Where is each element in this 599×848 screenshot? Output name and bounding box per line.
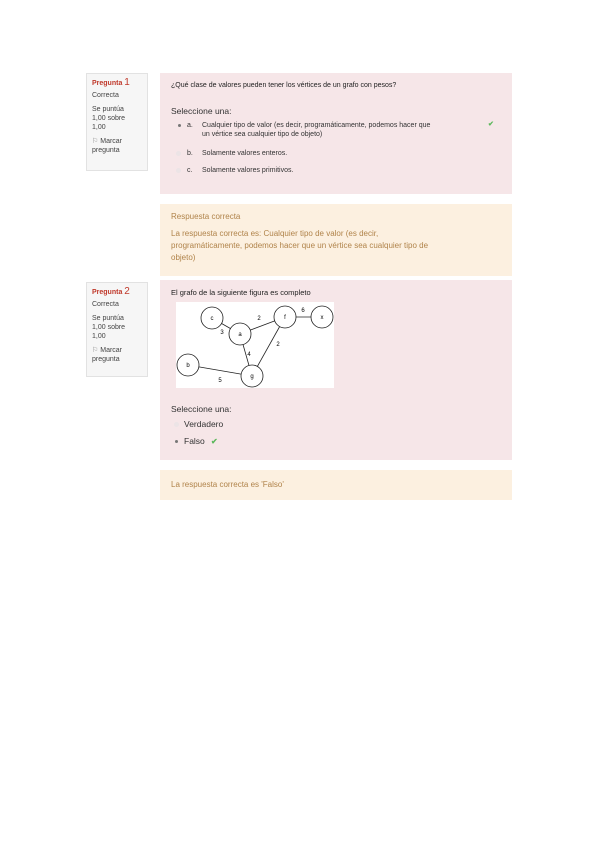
grade-line: 1,00 sobre bbox=[92, 115, 126, 122]
option-letter: c. bbox=[187, 167, 193, 174]
option-text: un vértice sea cualquier tipo de objeto) bbox=[202, 131, 323, 138]
radio-button[interactable] bbox=[174, 422, 179, 427]
feedback-line: programáticamente, podemos hacer que un … bbox=[171, 241, 429, 250]
checkmark-icon: ✔ bbox=[211, 437, 218, 446]
question-number: Pregunta 2 bbox=[92, 287, 142, 297]
question-number-value: 2 bbox=[124, 286, 130, 297]
graph-node-label: c bbox=[211, 316, 214, 322]
feedback-line: La respuesta correcta es: Cualquier tipo… bbox=[171, 229, 379, 238]
grade-line: 1,00 sobre bbox=[92, 324, 126, 331]
flag-icon: ⚐ bbox=[92, 347, 99, 354]
radio-selected[interactable] bbox=[175, 440, 178, 443]
question-state: Correcta bbox=[92, 92, 119, 99]
radio-button[interactable] bbox=[176, 168, 181, 173]
option-letter: b. bbox=[187, 150, 193, 157]
option-text: Solamente valores enteros. bbox=[202, 150, 288, 157]
graph-node-label: x bbox=[321, 315, 324, 321]
question-info-1: Pregunta 1 Correcta Se puntúa 1,00 sobre… bbox=[86, 73, 148, 171]
flag-label: pregunta bbox=[92, 356, 120, 363]
grade-line: Se puntúa bbox=[92, 315, 124, 322]
graph-figure: c a f x b g 3 2 6 4 2 5 bbox=[176, 302, 334, 388]
question-label: Pregunta bbox=[92, 289, 123, 296]
question-info-2: Pregunta 2 Correcta Se puntúa 1,00 sobre… bbox=[86, 282, 148, 377]
flag-icon: ⚐ bbox=[92, 138, 99, 145]
option-text: Solamente valores primitivos. bbox=[202, 167, 294, 174]
flag-label: Marcar bbox=[100, 138, 123, 145]
question-text: El grafo de la siguiente figura es compl… bbox=[171, 288, 311, 297]
flag-label: Marcar bbox=[100, 347, 123, 354]
flag-question-button[interactable]: ⚐ Marcar pregunta bbox=[92, 346, 142, 364]
grade-line: 1,00 bbox=[92, 124, 106, 131]
question-feedback-1: Respuesta correcta La respuesta correcta… bbox=[160, 204, 512, 276]
option-text: Cualquier tipo de valor (es decir, progr… bbox=[202, 122, 431, 129]
radio-selected[interactable] bbox=[178, 124, 181, 127]
flag-label: pregunta bbox=[92, 147, 120, 154]
feedback-title: Respuesta correcta bbox=[171, 212, 241, 221]
answer-prompt: Seleccione una: bbox=[171, 404, 232, 414]
question-formulation-2: El grafo de la siguiente figura es compl… bbox=[160, 280, 512, 460]
question-formulation-1: ¿Qué clase de valores pueden tener los v… bbox=[160, 73, 512, 194]
answer-prompt: Seleccione una: bbox=[171, 106, 232, 116]
question-feedback-2: La respuesta correcta es 'Falso' bbox=[160, 470, 512, 500]
checkmark-icon: ✔ bbox=[488, 121, 494, 128]
feedback-text: La respuesta correcta es: Cualquier tipo… bbox=[171, 228, 506, 264]
question-text: ¿Qué clase de valores pueden tener los v… bbox=[171, 82, 397, 89]
question-grade: Se puntúa 1,00 sobre 1,00 bbox=[92, 314, 142, 341]
radio-button[interactable] bbox=[176, 151, 181, 156]
option-text: Verdadero bbox=[184, 419, 224, 429]
option-text: Falso bbox=[184, 436, 205, 446]
flag-question-button[interactable]: ⚐ Marcar pregunta bbox=[92, 137, 142, 155]
question-number: Pregunta 1 bbox=[92, 78, 142, 88]
feedback-text: La respuesta correcta es 'Falso' bbox=[171, 480, 284, 489]
question-grade: Se puntúa 1,00 sobre 1,00 bbox=[92, 105, 142, 132]
feedback-line: objeto) bbox=[171, 253, 196, 262]
question-label: Pregunta bbox=[92, 80, 123, 87]
grade-line: Se puntúa bbox=[92, 106, 124, 113]
question-state: Correcta bbox=[92, 301, 119, 308]
grade-line: 1,00 bbox=[92, 333, 106, 340]
graph-node-label: g bbox=[250, 374, 253, 380]
option-letter: a. bbox=[187, 122, 193, 129]
question-number-value: 1 bbox=[124, 77, 130, 88]
